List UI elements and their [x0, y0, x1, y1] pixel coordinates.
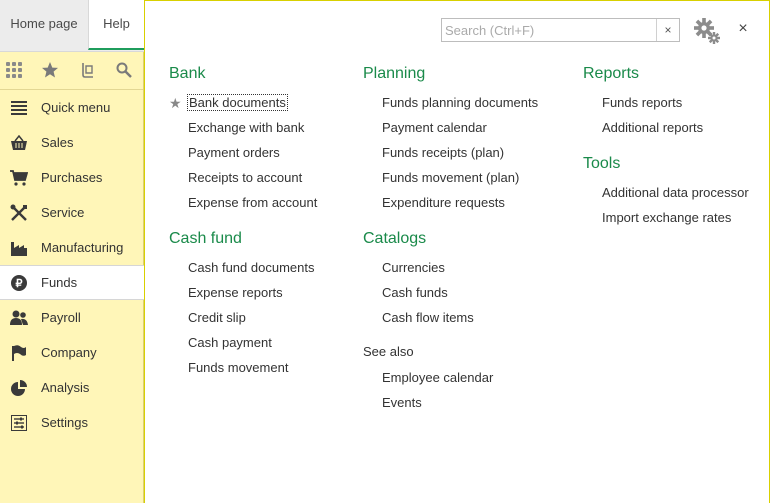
command-additional-data-processor[interactable]: Additional data processor: [583, 183, 749, 208]
search-box: ×: [441, 18, 680, 42]
sections-sidebar: Quick menu Sales Purchases Service Manuf…: [0, 52, 144, 503]
group-catalogs-list: Currencies Cash funds Cash flow items: [363, 258, 538, 333]
funds-section-panel: × ×: [144, 0, 770, 503]
history-icon[interactable]: [78, 60, 98, 80]
section-label: Manufacturing: [41, 240, 124, 255]
search-clear-button[interactable]: ×: [656, 19, 679, 41]
column-2: Planning Funds planning documents Paymen…: [363, 63, 538, 418]
command-additional-reports[interactable]: Additional reports: [583, 118, 749, 143]
group-bank-list: ★ Bank documents Exchange with bank Paym…: [169, 93, 317, 218]
pie-icon: [10, 379, 28, 397]
sliders-icon: [10, 414, 28, 432]
section-label: Analysis: [41, 380, 90, 395]
search-input[interactable]: [442, 19, 656, 41]
group-title-bank: Bank: [169, 65, 206, 82]
command-bank-documents[interactable]: ★ Bank documents: [169, 93, 317, 118]
command-funds-movement[interactable]: Funds movement: [169, 358, 317, 383]
group-tools-list: Additional data processor Import exchang…: [583, 183, 749, 233]
command-cash-fund-documents[interactable]: Cash fund documents: [169, 258, 317, 283]
grid-icon[interactable]: [4, 60, 24, 80]
group-title-tools: Tools: [583, 155, 621, 172]
basket-icon: [10, 134, 28, 152]
command-employee-calendar[interactable]: Employee calendar: [363, 368, 538, 393]
section-manufacturing[interactable]: Manufacturing: [0, 230, 143, 265]
section-quick-menu[interactable]: Quick menu: [0, 90, 143, 125]
section-label: Purchases: [41, 170, 103, 185]
group-title-reports: Reports: [583, 65, 640, 82]
section-label: Sales: [41, 135, 74, 150]
section-settings[interactable]: Settings: [0, 405, 143, 440]
command-credit-slip[interactable]: Credit slip: [169, 308, 317, 333]
command-payment-orders[interactable]: Payment orders: [169, 143, 317, 168]
close-button[interactable]: ×: [733, 19, 753, 39]
flag-icon: [10, 344, 28, 362]
section-label: Service: [41, 205, 85, 220]
command-cash-flow-items[interactable]: Cash flow items: [363, 308, 538, 333]
svg-text:₽: ₽: [16, 278, 23, 290]
section-label: Company: [41, 345, 97, 360]
favorite-star-icon[interactable]: ★: [169, 93, 182, 113]
group-title-see-also: See also: [363, 344, 414, 359]
group-planning-list: Funds planning documents Payment calenda…: [363, 93, 538, 218]
command-exchange-with-bank[interactable]: Exchange with bank: [169, 118, 317, 143]
command-expenditure-requests[interactable]: Expenditure requests: [363, 193, 538, 218]
command-funds-movement-plan[interactable]: Funds movement (plan): [363, 168, 538, 193]
group-title-cash-fund: Cash fund: [169, 230, 242, 247]
section-label: Funds: [41, 275, 78, 290]
search-icon[interactable]: [114, 60, 134, 80]
command-expense-reports[interactable]: Expense reports: [169, 283, 317, 308]
command-cash-funds[interactable]: Cash funds: [363, 283, 538, 308]
section-label: Payroll: [41, 310, 81, 325]
section-label: Quick menu: [41, 100, 111, 115]
people-icon: [10, 309, 28, 327]
command-label: Bank documents: [187, 94, 288, 111]
command-events[interactable]: Events: [363, 393, 538, 418]
section-funds[interactable]: ₽ Funds: [0, 265, 144, 300]
command-funds-reports[interactable]: Funds reports: [583, 93, 749, 118]
coin-icon: ₽: [10, 274, 28, 292]
section-payroll[interactable]: Payroll: [0, 300, 143, 335]
command-currencies[interactable]: Currencies: [363, 258, 538, 283]
factory-icon: [10, 239, 28, 257]
tools-icon: [10, 204, 28, 222]
tab-help[interactable]: Help: [88, 0, 144, 50]
command-import-exchange-rates[interactable]: Import exchange rates: [583, 208, 749, 233]
column-3: Reports Funds reports Additional reports…: [583, 63, 749, 233]
section-purchases[interactable]: Purchases: [0, 160, 143, 195]
section-company[interactable]: Company: [0, 335, 143, 370]
command-receipts-to-account[interactable]: Receipts to account: [169, 168, 317, 193]
group-reports-list: Funds reports Additional reports: [583, 93, 749, 143]
group-title-catalogs: Catalogs: [363, 230, 427, 247]
section-service[interactable]: Service: [0, 195, 143, 230]
command-funds-receipts-plan[interactable]: Funds receipts (plan): [363, 143, 538, 168]
group-title-planning: Planning: [363, 65, 426, 82]
top-bar: Home page Help: [0, 0, 144, 52]
settings-gear-icon[interactable]: [693, 17, 721, 45]
group-see-also-list: Employee calendar Events: [363, 368, 538, 418]
command-expense-from-account[interactable]: Expense from account: [169, 193, 317, 218]
cart-icon: [10, 169, 28, 187]
command-funds-planning-documents[interactable]: Funds planning documents: [363, 93, 538, 118]
tab-home-page[interactable]: Home page: [0, 0, 88, 51]
favorites-star-icon[interactable]: [40, 60, 60, 80]
column-1: Bank ★ Bank documents Exchange with bank…: [169, 63, 317, 383]
sections-list: Quick menu Sales Purchases Service Manuf…: [0, 90, 144, 440]
section-label: Settings: [41, 415, 88, 430]
section-sales[interactable]: Sales: [0, 125, 143, 160]
sidebar-toolbar: [0, 52, 143, 90]
menu-icon: [10, 99, 28, 117]
section-analysis[interactable]: Analysis: [0, 370, 143, 405]
command-cash-payment[interactable]: Cash payment: [169, 333, 317, 358]
group-cash-fund-list: Cash fund documents Expense reports Cred…: [169, 258, 317, 383]
command-payment-calendar[interactable]: Payment calendar: [363, 118, 538, 143]
